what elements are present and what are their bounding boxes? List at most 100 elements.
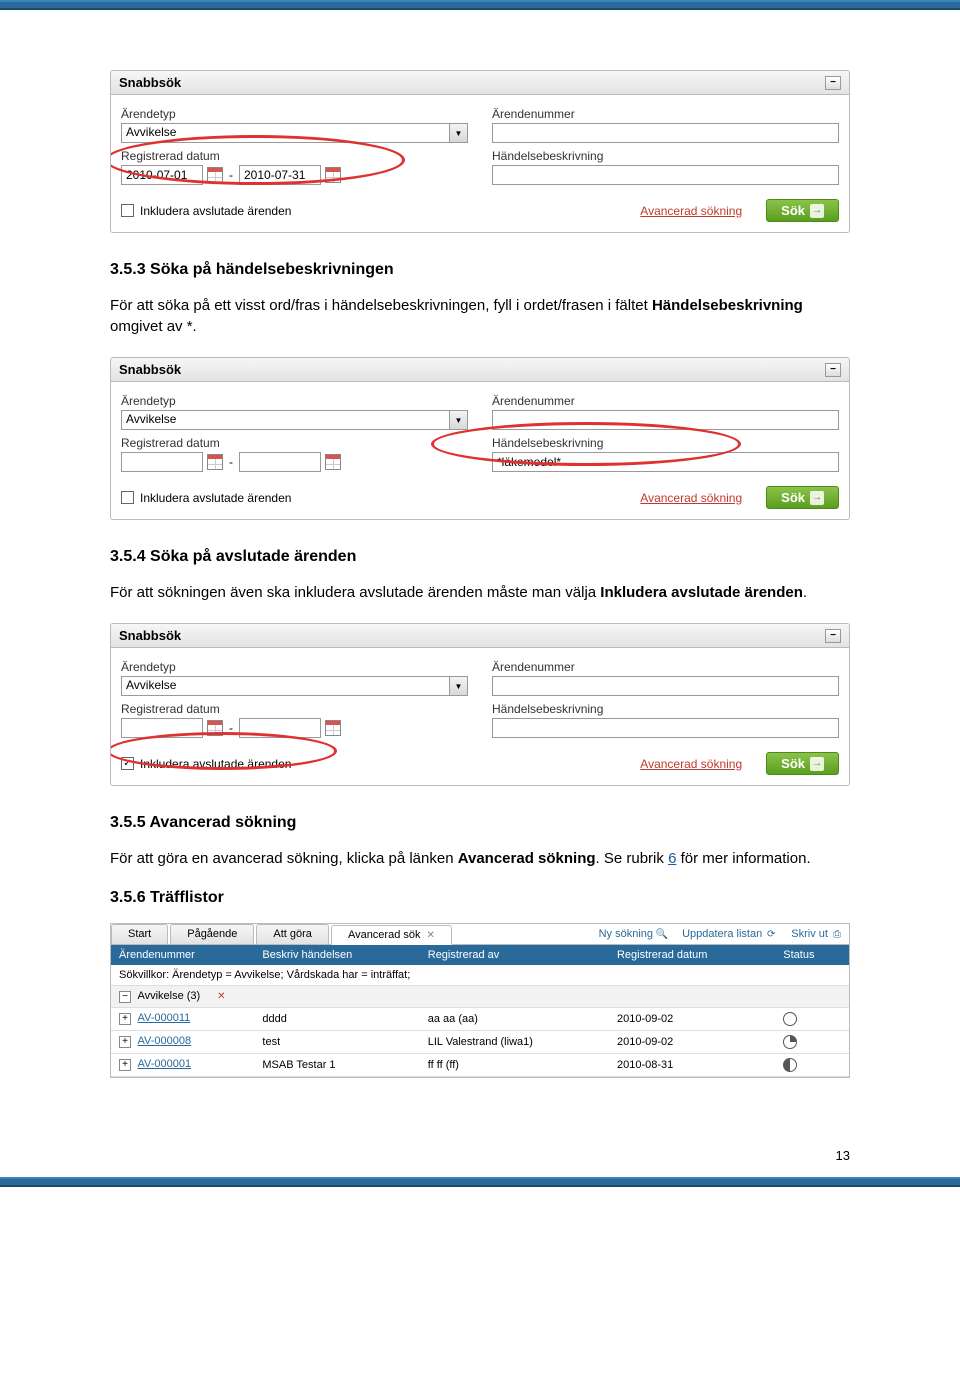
calendar-icon[interactable] xyxy=(325,167,341,183)
collapse-button[interactable]: − xyxy=(825,76,841,90)
date-to-input[interactable] xyxy=(239,452,321,472)
col-regdate[interactable]: Registrerad datum xyxy=(609,945,775,965)
text-353: För att söka på ett visst ord/fras i hän… xyxy=(110,295,850,337)
chevron-down-icon: ▼ xyxy=(449,124,467,142)
date-from-input[interactable] xyxy=(121,718,203,738)
expand-icon[interactable]: + xyxy=(119,1013,131,1025)
table-row[interactable]: + AV-000001 MSAB Testar 1 ff ff (ff) 201… xyxy=(111,1053,849,1076)
skriv-ut-link[interactable]: Skriv ut ⎙ xyxy=(791,928,843,941)
arendenummer-label: Ärendenummer xyxy=(492,660,839,674)
sokvillkor-row: Sökvillkor: Ärendetyp = Avvikelse; Vårds… xyxy=(111,965,849,986)
tabstrip: Start Pågående Att göra Avancerad sök✕ N… xyxy=(111,924,849,945)
tab-attgora[interactable]: Att göra xyxy=(256,924,329,944)
table-row[interactable]: + AV-000011 dddd aa aa (aa) 2010-09-02 xyxy=(111,1007,849,1030)
inkludera-checkbox[interactable]: Inkludera avslutade ärenden xyxy=(121,204,291,218)
calendar-icon[interactable] xyxy=(325,720,341,736)
sok-label: Sök xyxy=(781,203,805,218)
hbesk-label: Händelsebeskrivning xyxy=(492,702,839,716)
cell-regav: aa aa (aa) xyxy=(420,1007,609,1030)
hbesk-input[interactable] xyxy=(492,165,839,185)
avancerad-sokning-link[interactable]: Avancerad sökning xyxy=(640,491,742,505)
heading-353: 3.5.3 Söka på händelsebeskrivningen xyxy=(110,261,850,279)
panel-header: Snabbsök − xyxy=(111,71,849,95)
avancerad-sokning-link[interactable]: Avancerad sökning xyxy=(640,204,742,218)
arendenummer-link[interactable]: AV-000008 xyxy=(137,1035,191,1047)
regdate-label: Registrerad datum xyxy=(121,702,468,716)
expand-icon[interactable]: + xyxy=(119,1059,131,1071)
status-icon-quarter xyxy=(783,1035,797,1049)
collapse-button[interactable]: − xyxy=(825,629,841,643)
col-beskriv[interactable]: Beskriv händelsen xyxy=(254,945,419,965)
inkludera-label: Inkludera avslutade ärenden xyxy=(140,491,291,505)
date-separator: - xyxy=(227,168,235,182)
arendenummer-link[interactable]: AV-000001 xyxy=(137,1058,191,1070)
arendetyp-label: Ärendetyp xyxy=(121,660,468,674)
col-regav[interactable]: Registrerad av xyxy=(420,945,609,965)
ny-sokning-link[interactable]: Ny sökning 🔍 xyxy=(599,928,668,941)
heading-354: 3.5.4 Söka på avslutade ärenden xyxy=(110,548,850,566)
tab-start[interactable]: Start xyxy=(111,924,168,944)
calendar-icon[interactable] xyxy=(325,454,341,470)
inkludera-checkbox[interactable]: Inkludera avslutade ärenden xyxy=(121,491,291,505)
cell-regdate: 2010-08-31 xyxy=(609,1053,775,1076)
hbesk-input[interactable] xyxy=(492,718,839,738)
delete-icon[interactable]: ✕ xyxy=(215,991,227,1003)
sok-label: Sök xyxy=(781,756,805,771)
tab-avancerad-sok[interactable]: Avancerad sök✕ xyxy=(331,925,452,945)
sok-button[interactable]: Sök → xyxy=(766,486,839,509)
date-to-input[interactable] xyxy=(239,165,321,185)
inkludera-checkbox[interactable]: ✓ Inkludera avslutade ärenden xyxy=(121,757,291,771)
arendetyp-value: Avvikelse xyxy=(122,411,449,429)
table-row[interactable]: + AV-000008 test LIL Valestrand (liwa1) … xyxy=(111,1030,849,1053)
group-row[interactable]: − Avvikelse (3) ✕ xyxy=(111,986,849,1008)
cell-regav: LIL Valestrand (liwa1) xyxy=(420,1030,609,1053)
arendenummer-input[interactable] xyxy=(492,410,839,430)
arrow-right-icon: → xyxy=(810,491,824,505)
collapse-button[interactable]: − xyxy=(825,363,841,377)
col-status[interactable]: Status xyxy=(775,945,849,965)
tab-pagaende[interactable]: Pågående xyxy=(170,924,254,944)
arendetyp-label: Ärendetyp xyxy=(121,394,468,408)
arendetyp-value: Avvikelse xyxy=(122,677,449,695)
link-rubrik-6[interactable]: 6 xyxy=(668,850,676,867)
arendenummer-input[interactable] xyxy=(492,676,839,696)
snabbsok-panel-2: Snabbsök − Ärendetyp Avvikelse ▼ Ärenden… xyxy=(110,357,850,520)
arrow-right-icon: → xyxy=(810,204,824,218)
cell-regdate: 2010-09-02 xyxy=(609,1007,775,1030)
chevron-down-icon: ▼ xyxy=(449,411,467,429)
calendar-icon[interactable] xyxy=(207,454,223,470)
calendar-icon[interactable] xyxy=(207,167,223,183)
chevron-down-icon: ▼ xyxy=(449,677,467,695)
result-table: Ärendenummer Beskriv händelsen Registrer… xyxy=(111,945,849,1077)
snabbsok-panel-1: Snabbsök − Ärendetyp Avvikelse ▼ Ärenden… xyxy=(110,70,850,233)
group-label: Avvikelse (3) xyxy=(137,990,200,1002)
checkbox-icon: ✓ xyxy=(121,757,134,770)
arendetyp-select[interactable]: Avvikelse ▼ xyxy=(121,410,468,430)
cell-beskriv: dddd xyxy=(254,1007,419,1030)
date-from-input[interactable] xyxy=(121,165,203,185)
arendetyp-select[interactable]: Avvikelse ▼ xyxy=(121,676,468,696)
sok-button[interactable]: Sök → xyxy=(766,752,839,775)
checkbox-icon xyxy=(121,491,134,504)
inkludera-label: Inkludera avslutade ärenden xyxy=(140,757,291,771)
close-icon[interactable]: ✕ xyxy=(427,930,435,941)
inkludera-label: Inkludera avslutade ärenden xyxy=(140,204,291,218)
expand-icon[interactable]: + xyxy=(119,1036,131,1048)
arendenummer-input[interactable] xyxy=(492,123,839,143)
date-from-input[interactable] xyxy=(121,452,203,472)
calendar-icon[interactable] xyxy=(207,720,223,736)
sok-button[interactable]: Sök → xyxy=(766,199,839,222)
panel-header: Snabbsök − xyxy=(111,624,849,648)
col-arendenummer[interactable]: Ärendenummer xyxy=(111,945,254,965)
collapse-icon[interactable]: − xyxy=(119,991,131,1003)
date-separator: - xyxy=(227,455,235,469)
uppdatera-listan-link[interactable]: Uppdatera listan ⟳ xyxy=(682,928,777,941)
date-separator: - xyxy=(227,721,235,735)
avancerad-sokning-link[interactable]: Avancerad sökning xyxy=(640,757,742,771)
cell-regdate: 2010-09-02 xyxy=(609,1030,775,1053)
text-355: För att göra en avancerad sökning, klick… xyxy=(110,848,850,869)
hbesk-input[interactable] xyxy=(492,452,839,472)
arendetyp-select[interactable]: Avvikelse ▼ xyxy=(121,123,468,143)
arendenummer-link[interactable]: AV-000011 xyxy=(137,1012,190,1024)
date-to-input[interactable] xyxy=(239,718,321,738)
